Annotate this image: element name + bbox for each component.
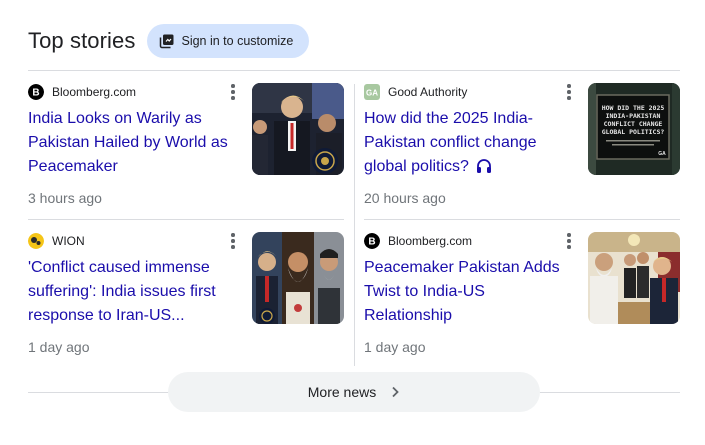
chevron-right-icon [390,386,400,398]
bloomberg-logo-icon: B [364,233,380,249]
wion-logo-icon [28,233,44,249]
customize-feed-icon [159,33,175,49]
more-options-icon[interactable] [227,232,239,250]
sign-in-to-customize-button[interactable]: Sign in to customize [147,24,310,58]
svg-text:B: B [32,88,39,99]
story-card[interactable]: B Bloomberg.com Peacemaker Pakistan Adds… [364,232,680,372]
story-headline[interactable]: How did the 2025 India-Pakistan conflict… [364,107,570,182]
top-divider [28,70,680,71]
bloomberg-logo-icon: B [28,84,44,100]
story-time: 3 hours ago [28,190,102,206]
svg-text:GA: GA [366,89,378,98]
story-time: 20 hours ago [364,190,446,206]
section-title: Top stories [28,28,136,53]
story-thumbnail[interactable] [252,83,344,175]
svg-text:INDIA-PAKISTAN: INDIA-PAKISTAN [606,112,661,120]
story-headline[interactable]: 'Conflict caused immense suffering': Ind… [28,256,234,328]
svg-text:B: B [368,237,375,248]
source-name: Bloomberg.com [388,234,473,248]
column-divider [354,84,355,366]
audio-headphones-icon [475,158,493,182]
story-source: WION [28,232,85,250]
story-time: 1 day ago [364,339,426,355]
more-options-icon[interactable] [227,83,239,101]
story-thumbnail[interactable]: HOW DID THE 2025 INDIA-PAKISTAN CONFLICT… [588,83,680,175]
source-name: WION [52,234,85,248]
story-thumbnail[interactable] [588,232,680,324]
story-time: 1 day ago [28,339,90,355]
svg-text:GLOBAL POLITICS?: GLOBAL POLITICS? [602,128,665,136]
story-source: B Bloomberg.com [364,232,472,250]
story-headline[interactable]: Peacemaker Pakistan Adds Twist to India-… [364,256,570,328]
svg-text:CONFLICT CHANGE: CONFLICT CHANGE [604,120,663,128]
more-news-label: More news [307,384,377,400]
story-card[interactable]: GA Good Authority How did the 2025 India… [364,83,680,223]
top-stories-header: Top stories Sign in to customize [28,24,310,58]
story-card[interactable]: B Bloomberg.com India Looks on Warily as… [28,83,344,223]
sign-in-label: Sign in to customize [181,34,294,48]
more-options-icon[interactable] [563,83,575,101]
headline-text: How did the 2025 India-Pakistan conflict… [364,110,537,175]
story-headline[interactable]: India Looks on Warily as Pakistan Hailed… [28,107,234,179]
story-source: B Bloomberg.com [28,83,136,101]
svg-text:GA: GA [658,151,666,157]
more-options-icon[interactable] [563,232,575,250]
source-name: Bloomberg.com [52,85,137,99]
svg-text:HOW DID THE 2025: HOW DID THE 2025 [602,104,665,112]
more-news-button[interactable]: More news [168,372,540,412]
good-authority-logo-icon: GA [364,84,380,100]
story-thumbnail[interactable] [252,232,344,324]
story-source: GA Good Authority [364,83,467,101]
story-card[interactable]: WION 'Conflict caused immense suffering'… [28,232,344,372]
source-name: Good Authority [388,85,468,99]
